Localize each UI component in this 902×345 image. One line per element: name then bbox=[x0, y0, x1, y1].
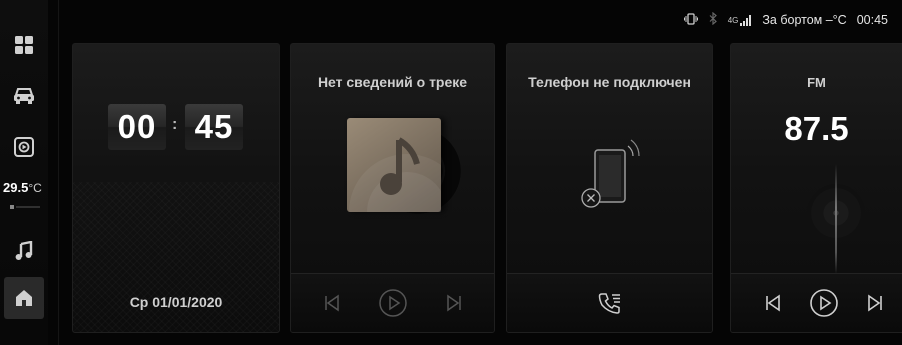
previous-button[interactable] bbox=[324, 294, 340, 312]
radio-controls bbox=[731, 273, 902, 332]
next-icon bbox=[868, 294, 882, 312]
play-button[interactable] bbox=[809, 288, 839, 318]
phone-disconnected-icon bbox=[581, 139, 640, 208]
album-art bbox=[347, 118, 465, 270]
network-type: 4G bbox=[727, 15, 739, 25]
temperature-value: 29.5 bbox=[3, 180, 29, 195]
temperature-unit: °C bbox=[28, 181, 42, 195]
play-button[interactable] bbox=[378, 288, 408, 318]
clock-minutes: 45 bbox=[185, 104, 243, 150]
call-log-button[interactable] bbox=[598, 292, 622, 314]
radio-frequency: 87.5 bbox=[784, 110, 849, 147]
clock-date: Ср 01/01/2020 bbox=[129, 294, 223, 310]
clock-separator: : bbox=[172, 116, 178, 133]
next-button[interactable] bbox=[446, 294, 462, 312]
music-card[interactable]: Нет сведений о треке bbox=[290, 43, 495, 333]
previous-icon bbox=[766, 294, 780, 312]
clock-hours: 00 bbox=[108, 104, 166, 150]
previous-icon bbox=[324, 294, 339, 312]
bluetooth-icon bbox=[708, 11, 718, 28]
status-bar: 4G За бортом –°C 00:45 bbox=[683, 10, 888, 30]
play-icon bbox=[810, 289, 838, 317]
music-note-icon[interactable] bbox=[5, 232, 43, 270]
music-controls bbox=[291, 273, 494, 332]
play-icon bbox=[378, 289, 407, 317]
signal-indicator: 4G bbox=[727, 14, 753, 26]
next-icon bbox=[446, 294, 461, 312]
phone-status-title: Телефон не подключен bbox=[528, 74, 691, 90]
phone-footer bbox=[507, 273, 712, 332]
previous-button[interactable] bbox=[765, 294, 781, 312]
sidebar: 29.5°C bbox=[0, 0, 48, 345]
album-cover bbox=[347, 118, 465, 270]
phone-card[interactable]: Телефон не подключен bbox=[506, 43, 713, 333]
status-time: 00:45 bbox=[856, 13, 888, 27]
music-note-icon bbox=[349, 137, 465, 270]
signal-bars-icon bbox=[740, 14, 752, 26]
tuner-needle bbox=[835, 164, 837, 274]
vibrate-icon bbox=[683, 12, 698, 28]
apps-grid-icon[interactable] bbox=[5, 26, 43, 64]
sidebar-divider bbox=[58, 0, 59, 345]
car-icon[interactable] bbox=[5, 77, 43, 115]
call-log-icon bbox=[598, 293, 620, 314]
next-button[interactable] bbox=[867, 294, 883, 312]
radio-card[interactable]: FM 87.5 bbox=[730, 43, 902, 333]
media-player-icon[interactable] bbox=[5, 128, 43, 166]
clock-card[interactable]: 00 : 45 Ср 01/01/2020 bbox=[72, 43, 280, 333]
radio-band: FM bbox=[807, 75, 826, 90]
sidebar-temperature: 29.5°C bbox=[3, 180, 51, 195]
outside-temperature: За бортом –°C bbox=[762, 13, 847, 27]
fan-level-icon bbox=[10, 205, 40, 209]
track-title: Нет сведений о треке bbox=[317, 74, 468, 90]
home-icon[interactable] bbox=[4, 277, 44, 319]
